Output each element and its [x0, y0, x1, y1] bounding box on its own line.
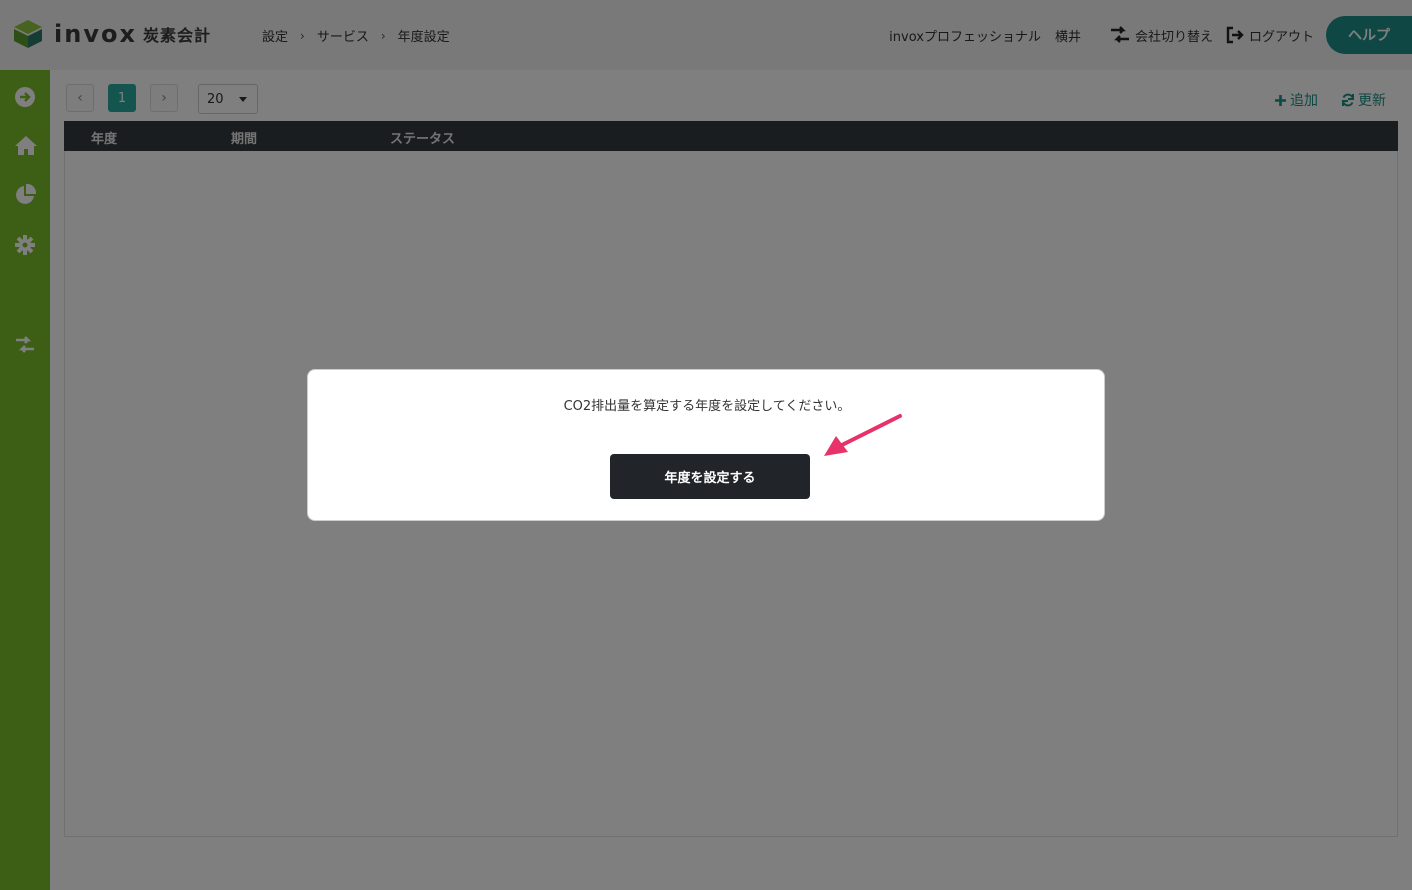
- setup-fiscal-year-dialog: CO2排出量を算定する年度を設定してください。 年度を設定する: [307, 369, 1105, 521]
- pointer-arrow-icon: [824, 414, 902, 456]
- set-fiscal-year-button[interactable]: 年度を設定する: [610, 454, 810, 499]
- dialog-message: CO2排出量を算定する年度を設定してください。: [563, 399, 851, 414]
